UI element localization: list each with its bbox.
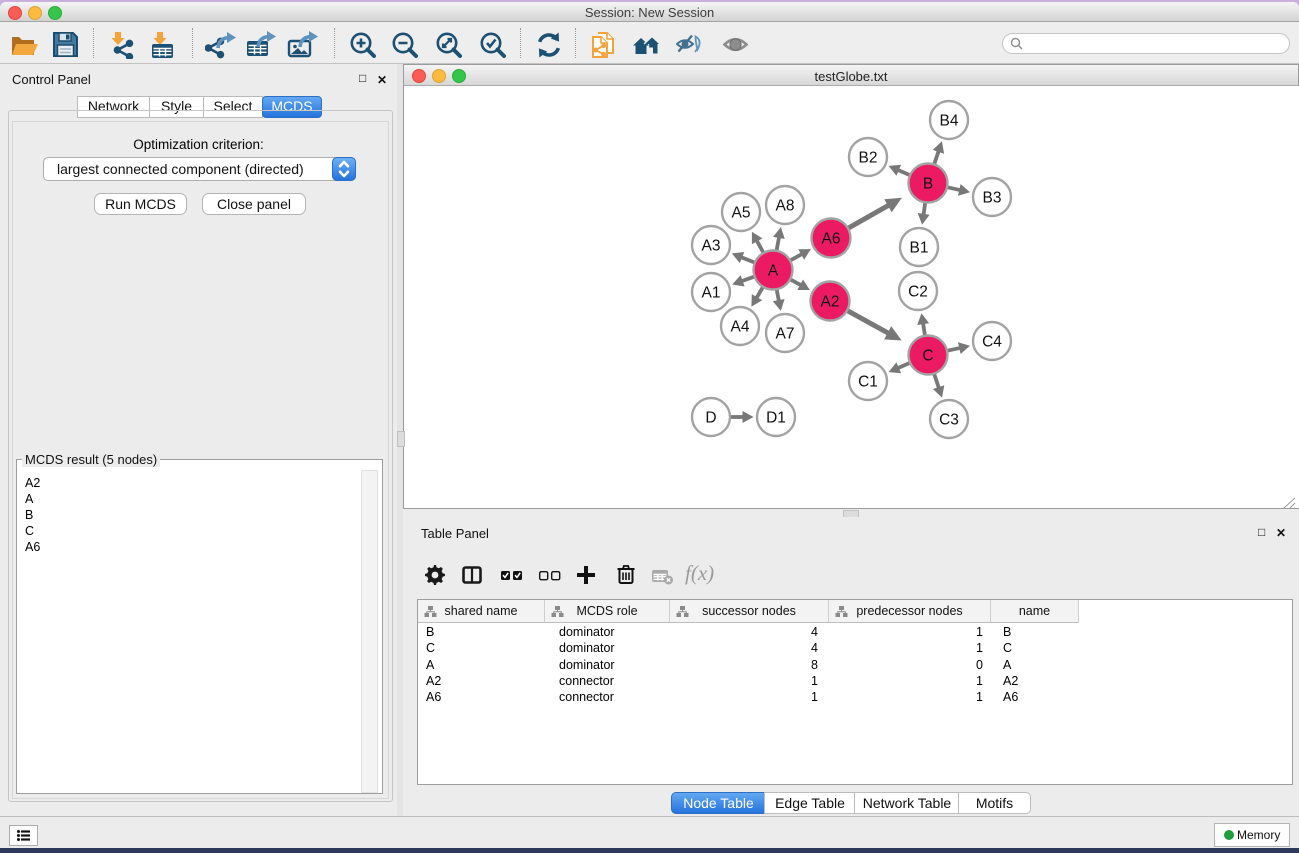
svg-text:D1: D1 — [766, 410, 786, 427]
svg-text:A4: A4 — [731, 319, 750, 336]
svg-text:A2: A2 — [821, 294, 840, 311]
svg-text:C: C — [922, 348, 933, 365]
svg-text:B3: B3 — [983, 190, 1002, 207]
svg-text:D: D — [705, 410, 716, 427]
svg-text:B: B — [923, 176, 933, 193]
svg-text:B1: B1 — [910, 240, 929, 257]
svg-text:A6: A6 — [822, 231, 841, 248]
svg-text:C3: C3 — [939, 412, 959, 429]
svg-text:A7: A7 — [776, 326, 795, 343]
svg-text:C4: C4 — [982, 334, 1002, 351]
svg-text:B2: B2 — [859, 150, 878, 167]
svg-text:C1: C1 — [858, 374, 878, 391]
svg-text:A1: A1 — [702, 285, 721, 302]
svg-text:B4: B4 — [940, 113, 959, 130]
svg-text:A8: A8 — [776, 198, 795, 215]
svg-text:A3: A3 — [702, 238, 721, 255]
svg-text:A: A — [768, 263, 779, 280]
svg-text:C2: C2 — [908, 284, 928, 301]
svg-text:A5: A5 — [732, 205, 751, 222]
